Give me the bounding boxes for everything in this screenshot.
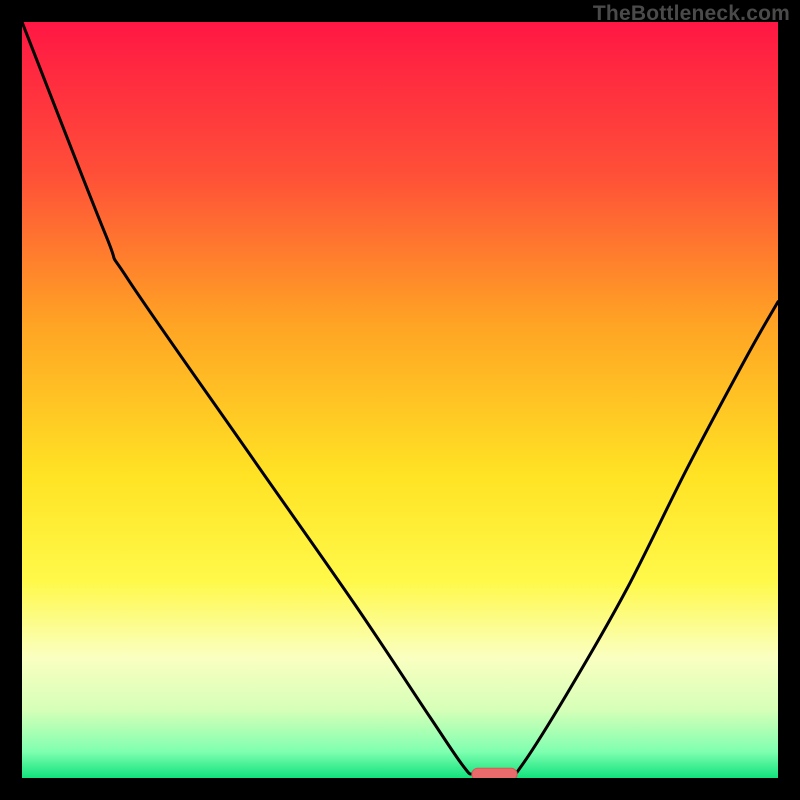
chart-frame: TheBottleneck.com (0, 0, 800, 800)
chart-svg (22, 22, 778, 778)
plot-area (22, 22, 778, 778)
optimal-marker (472, 768, 517, 778)
gradient-background (22, 22, 778, 778)
